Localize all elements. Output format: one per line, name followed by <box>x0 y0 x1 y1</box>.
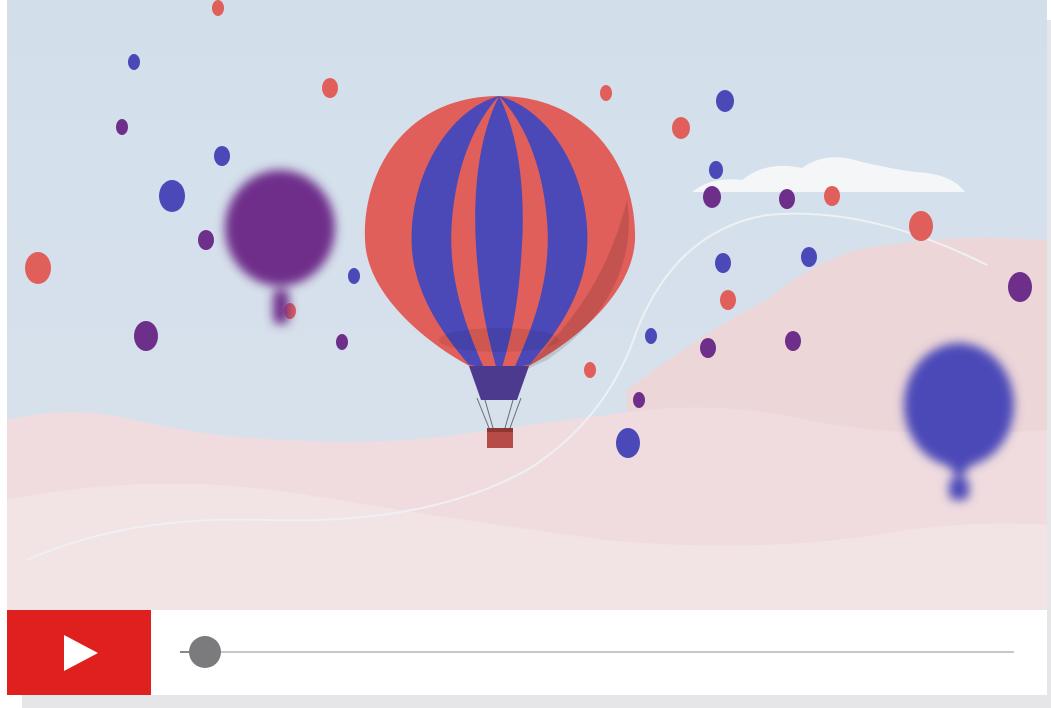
seek-handle[interactable] <box>189 636 222 668</box>
video-frame[interactable] <box>7 0 1047 610</box>
play-icon <box>64 634 98 671</box>
seek-bar[interactable] <box>180 636 1014 668</box>
video-player <box>7 0 1047 695</box>
player-controls <box>7 610 1047 695</box>
play-button[interactable] <box>7 610 151 695</box>
